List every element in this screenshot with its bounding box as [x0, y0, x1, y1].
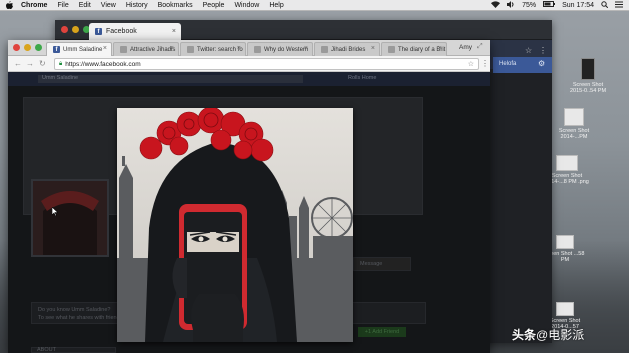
desktop-file-label: Screen Shot 2014-...PM — [558, 128, 590, 140]
status-area: 75% Sun 17:54 — [491, 0, 629, 10]
back-icon[interactable]: ← — [14, 59, 22, 68]
facebook-header-links[interactable]: Rolls Home — [348, 75, 376, 81]
tab-why-do-western[interactable]: Why do Western × — [247, 42, 313, 56]
gear-icon[interactable]: ⚙ — [538, 59, 545, 68]
tab-strip: f Umm Saladine × Attractive Jihadis × Tw… — [8, 40, 490, 56]
menu-icon[interactable]: ⋮ — [481, 59, 489, 68]
watermark: 头条@电影派 — [512, 326, 584, 343]
message-label: Message — [360, 261, 383, 267]
fullscreen-icon[interactable]: ⤢ — [477, 43, 483, 51]
minimize-icon[interactable] — [72, 26, 79, 33]
watermark-handle: @电影派 — [536, 328, 585, 342]
page-favicon-icon — [120, 46, 127, 53]
profile-photo-viewer[interactable] — [117, 108, 353, 342]
menu-edit[interactable]: Edit — [79, 2, 91, 9]
menu-window[interactable]: Window — [234, 2, 259, 9]
desktop-file-label: Screen Shot 2015-0..54 PM — [569, 82, 607, 94]
reload-icon[interactable]: ↻ — [39, 59, 46, 68]
about-section: ABOUT — [31, 347, 116, 353]
menu-bookmarks[interactable]: Bookmarks — [158, 2, 193, 9]
facebook-favicon-icon: f — [53, 46, 60, 53]
menu-help[interactable]: Help — [269, 2, 283, 9]
close-icon[interactable]: × — [371, 45, 375, 52]
minimize-icon[interactable] — [24, 44, 31, 51]
close-icon[interactable]: × — [237, 45, 241, 52]
desktop-file-icon[interactable]: Screen Shot 2014-...PM — [552, 108, 596, 140]
page-favicon-icon — [388, 46, 395, 53]
back-tab-label: Facebook — [106, 28, 137, 35]
star-icon[interactable]: ☆ — [468, 60, 474, 68]
tab-jihadi-brides[interactable]: Jihadi Brides × — [314, 42, 380, 56]
tab-label: Umm Saladine — [63, 46, 103, 53]
clock[interactable]: Sun 17:54 — [562, 2, 594, 9]
tab-diary-of-a-brit[interactable]: The diary of a Brit × — [381, 42, 447, 56]
about-sub: To see what he shares with friends... — [38, 315, 127, 321]
tab-twitter-search[interactable]: Twitter: search fo × — [180, 42, 246, 56]
profile-picture[interactable] — [31, 179, 109, 257]
back-window-titlebar[interactable]: f Facebook × — [55, 20, 552, 40]
tab-label: Jihadi Brides — [331, 46, 366, 53]
address-bar[interactable]: 🔒︎ https://www.facebook.com ☆ — [54, 58, 479, 70]
apple-icon[interactable] — [6, 1, 14, 9]
browser-toolbar: ← → ↻ 🔒︎ https://www.facebook.com ☆ ⋮ — [8, 56, 490, 72]
menu-app-name[interactable]: Chrome — [21, 2, 47, 9]
window-controls — [13, 44, 42, 51]
menu-file[interactable]: File — [57, 2, 68, 9]
menu-history[interactable]: History — [126, 2, 148, 9]
menu-bar: Chrome File Edit View History Bookmarks … — [0, 0, 629, 11]
wifi-icon[interactable] — [491, 0, 501, 10]
menu-icon[interactable]: ⋮ — [539, 46, 547, 55]
forward-icon[interactable]: → — [26, 59, 34, 68]
menu-people[interactable]: People — [203, 2, 225, 9]
star-icon[interactable]: ☆ — [525, 46, 532, 55]
page-favicon-icon — [254, 46, 261, 53]
tab-attractive-jihadis[interactable]: Attractive Jihadis × — [113, 42, 179, 56]
volume-icon[interactable] — [507, 0, 515, 10]
close-icon[interactable]: × — [172, 28, 176, 35]
page-favicon-icon — [187, 46, 194, 53]
page-favicon-icon — [321, 46, 328, 53]
back-profile-label[interactable]: Helofa — [499, 61, 516, 67]
add-friend-button[interactable]: +1 Add Friend — [358, 327, 406, 337]
tab-label: Why do Western — [264, 46, 309, 53]
close-icon[interactable]: × — [304, 45, 308, 52]
zoom-icon[interactable] — [35, 44, 42, 51]
notification-icon[interactable] — [615, 1, 623, 10]
cursor-icon — [51, 206, 59, 218]
about-label: Do you know Umm Saladine? — [38, 307, 111, 313]
desktop-file-icon[interactable]: Screen Shot 2015-0..54 PM — [566, 58, 610, 94]
facebook-favicon-icon: f — [95, 28, 102, 35]
battery-percent: 75% — [522, 1, 537, 9]
about-section-title: ABOUT — [37, 347, 56, 353]
close-icon[interactable] — [13, 44, 20, 51]
close-icon[interactable] — [61, 26, 68, 33]
close-icon[interactable]: × — [438, 45, 442, 52]
watermark-brand: 头条 — [512, 328, 537, 342]
message-button[interactable]: Message — [353, 257, 411, 271]
back-tab-facebook[interactable]: f Facebook × — [89, 23, 181, 40]
back-window-controls — [61, 26, 90, 33]
close-icon[interactable]: × — [170, 45, 174, 52]
search-icon[interactable] — [601, 0, 609, 10]
back-facebook-nav: Helofa ⚙ — [493, 57, 552, 73]
tab-umm-saladine[interactable]: f Umm Saladine × — [46, 42, 112, 56]
facebook-search-input[interactable]: Umm Saladine — [38, 75, 303, 83]
lock-icon: 🔒︎ — [59, 60, 63, 67]
profile-button[interactable]: Amy — [459, 44, 472, 51]
url-text[interactable]: https://www.facebook.com — [65, 61, 141, 68]
facebook-header: Umm Saladine Rolls Home — [8, 72, 490, 86]
menu-view[interactable]: View — [101, 2, 116, 9]
close-icon[interactable]: × — [103, 45, 107, 52]
tab-label: Twitter: search fo — [197, 46, 243, 53]
niqab-selfie-image — [117, 108, 353, 342]
battery-icon[interactable] — [543, 1, 556, 9]
tab-label: Attractive Jihadis — [130, 46, 176, 53]
